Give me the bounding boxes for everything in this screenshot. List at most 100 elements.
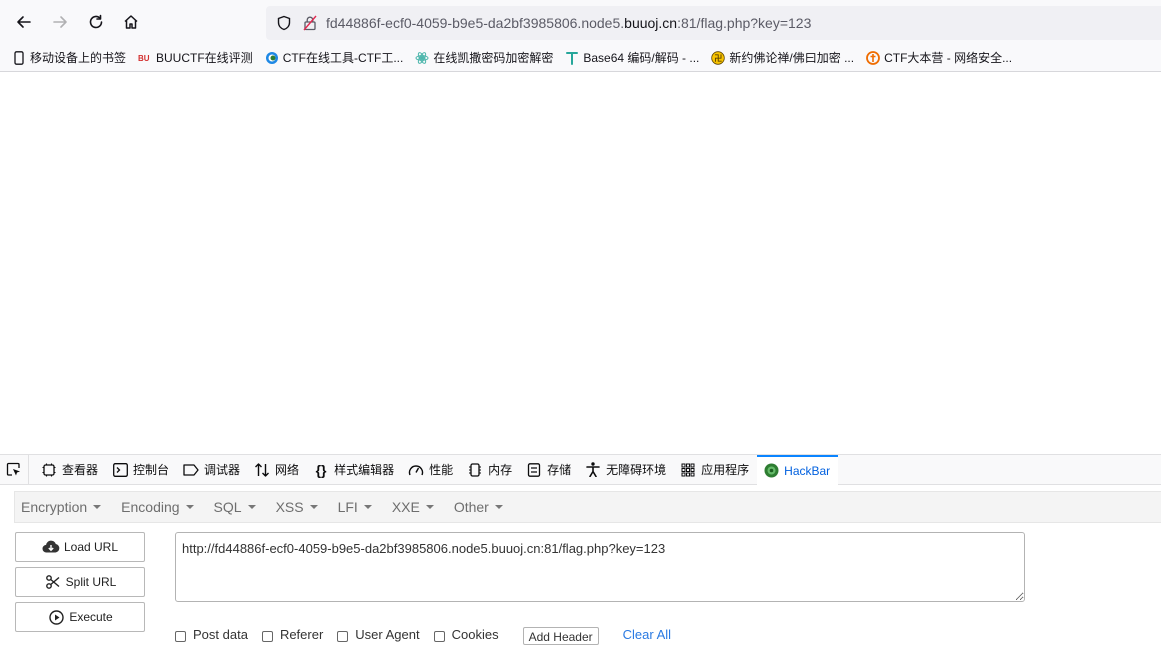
menu-encryption[interactable]: Encryption xyxy=(21,499,102,515)
buddha-icon: 卍 xyxy=(711,50,726,65)
tab-label: HackBar xyxy=(784,463,831,478)
menu-label: SQL xyxy=(213,499,242,515)
base64-icon xyxy=(565,51,579,65)
caret-down-icon xyxy=(93,505,102,509)
forward-button[interactable] xyxy=(48,10,72,34)
tab-application[interactable]: 应用程序 xyxy=(674,455,757,484)
forward-arrow-icon xyxy=(53,16,67,28)
caret-down-icon xyxy=(425,505,434,509)
style-editor-icon: {} xyxy=(315,461,327,478)
inspector-icon xyxy=(41,462,57,478)
tab-label: 内存 xyxy=(488,463,513,477)
tab-console[interactable]: 控制台 xyxy=(106,455,177,484)
menu-label: Other xyxy=(453,499,489,515)
execute-button[interactable]: Execute xyxy=(15,602,145,632)
bookmark-caesar[interactable]: 在线凯撒密码加密解密 xyxy=(415,44,553,71)
menu-lfi[interactable]: LFI xyxy=(338,499,372,515)
ctf-camp-icon xyxy=(866,50,880,65)
caret-down-icon xyxy=(363,505,372,509)
load-url-label: Load URL xyxy=(63,540,119,554)
element-picker-button[interactable] xyxy=(0,455,29,484)
url-text: fd44886f-ecf0-4059-b9e5-da2bf3985806.nod… xyxy=(326,15,811,31)
bookmark-buddha[interactable]: 卍 新约佛论禅/佛曰加密 ... xyxy=(711,44,854,71)
cloud-download-icon xyxy=(42,539,60,555)
hackbar-menu: Encryption Encoding SQL XSS LFI XXE Othe… xyxy=(14,491,1161,523)
devtools-panel: 查看器 控制台 调试器 网络 {} 样式编辑器 性能 内存 存储 无障碍环境 应… xyxy=(0,454,1161,645)
tab-accessibility[interactable]: 无障碍环境 xyxy=(579,455,674,484)
tab-hackbar[interactable]: HackBar xyxy=(757,454,839,485)
element-picker-icon xyxy=(6,462,20,476)
menu-xss[interactable]: XSS xyxy=(276,499,318,515)
tab-network[interactable]: 网络 xyxy=(248,455,307,484)
address-bar[interactable]: fd44886f-ecf0-4059-b9e5-da2bf3985806.nod… xyxy=(266,6,1161,40)
checkbox-box[interactable] xyxy=(337,631,349,642)
split-url-button[interactable]: Split URL xyxy=(15,567,145,597)
checkbox-box[interactable] xyxy=(261,631,273,642)
tab-style-editor[interactable]: {} 样式编辑器 xyxy=(307,455,402,484)
network-icon xyxy=(254,462,270,478)
bookmark-base64[interactable]: Base64 编码/解码 - ... xyxy=(565,44,699,71)
bookmark-ctf-tools[interactable]: CTF在线工具-CTF工... xyxy=(265,44,404,71)
tab-performance[interactable]: 性能 xyxy=(402,455,461,484)
bookmark-label: 新约佛论禅/佛曰加密 ... xyxy=(729,51,855,65)
page-content xyxy=(0,72,1161,454)
reload-button[interactable] xyxy=(84,10,108,34)
hackbar-url-input[interactable]: http://fd44886f-ecf0-4059-b9e5-da2bf3985… xyxy=(175,532,1025,602)
menu-sql[interactable]: SQL xyxy=(214,499,256,515)
menu-label: XSS xyxy=(275,499,304,515)
buuctf-icon: BU xyxy=(138,51,152,65)
bookmark-buuctf[interactable]: BU BUUCTF在线评测 xyxy=(138,44,253,71)
url-prefix: fd44886f-ecf0-4059-b9e5-da2bf3985806.nod… xyxy=(326,15,625,31)
url-domain: buuoj.cn xyxy=(624,15,678,31)
tab-label: 性能 xyxy=(429,463,454,477)
menu-label: Encryption xyxy=(21,499,88,515)
checkbox-box[interactable] xyxy=(433,631,445,642)
bookmark-ctf-camp[interactable]: CTF大本营 - 网络安全... xyxy=(866,44,1012,71)
menu-label: XXE xyxy=(391,499,420,515)
caret-down-icon xyxy=(247,505,256,509)
caret-down-icon xyxy=(494,505,503,509)
tab-storage[interactable]: 存储 xyxy=(520,455,579,484)
browser-toolbar: fd44886f-ecf0-4059-b9e5-da2bf3985806.nod… xyxy=(0,0,1161,44)
caesar-icon xyxy=(415,51,429,65)
reload-icon xyxy=(89,14,103,29)
play-circle-icon xyxy=(47,609,65,625)
tab-label: 存储 xyxy=(547,463,572,477)
add-header-button[interactable]: Add Header xyxy=(522,627,599,645)
home-button[interactable] xyxy=(119,10,143,34)
menu-other[interactable]: Other xyxy=(454,499,503,515)
accessibility-icon xyxy=(585,462,601,478)
tab-label: 查看器 xyxy=(62,463,99,477)
bookmarks-bar: 移动设备上的书签 BU BUUCTF在线评测 CTF在线工具-CTF工... 在… xyxy=(0,44,1161,72)
tracking-protection-shield-icon[interactable] xyxy=(275,14,293,32)
performance-icon xyxy=(408,462,424,478)
hackbar-icon xyxy=(763,463,779,479)
tab-memory[interactable]: 内存 xyxy=(461,455,520,484)
memory-icon xyxy=(467,462,483,478)
menu-label: Encoding xyxy=(121,499,180,515)
tab-label: 无障碍环境 xyxy=(606,463,667,477)
caret-down-icon xyxy=(185,505,194,509)
tab-debugger[interactable]: 调试器 xyxy=(177,455,248,484)
mobile-icon xyxy=(12,50,26,65)
back-arrow-icon xyxy=(17,16,31,28)
tab-label: 网络 xyxy=(275,463,300,477)
scissors-icon xyxy=(44,574,62,590)
back-button[interactable] xyxy=(12,10,36,34)
bookmark-label: 移动设备上的书签 xyxy=(30,51,127,65)
tab-inspector[interactable]: 查看器 xyxy=(35,455,106,484)
menu-xxe[interactable]: XXE xyxy=(392,499,434,515)
menu-encoding[interactable]: Encoding xyxy=(121,499,194,515)
bookmark-label: 在线凯撒密码加密解密 xyxy=(433,51,554,65)
menu-label: LFI xyxy=(337,499,358,515)
debugger-icon xyxy=(183,462,199,478)
application-icon xyxy=(680,462,696,478)
insecure-lock-icon[interactable] xyxy=(302,14,318,32)
bookmark-label: CTF大本营 - 网络安全... xyxy=(884,51,1013,65)
load-url-button[interactable]: Load URL xyxy=(15,532,145,562)
bookmark-label: CTF在线工具-CTF工... xyxy=(282,51,404,65)
execute-label: Execute xyxy=(69,610,113,624)
split-url-label: Split URL xyxy=(65,575,117,589)
bookmark-mobile[interactable]: 移动设备上的书签 xyxy=(12,44,126,71)
checkbox-box[interactable] xyxy=(175,631,186,642)
